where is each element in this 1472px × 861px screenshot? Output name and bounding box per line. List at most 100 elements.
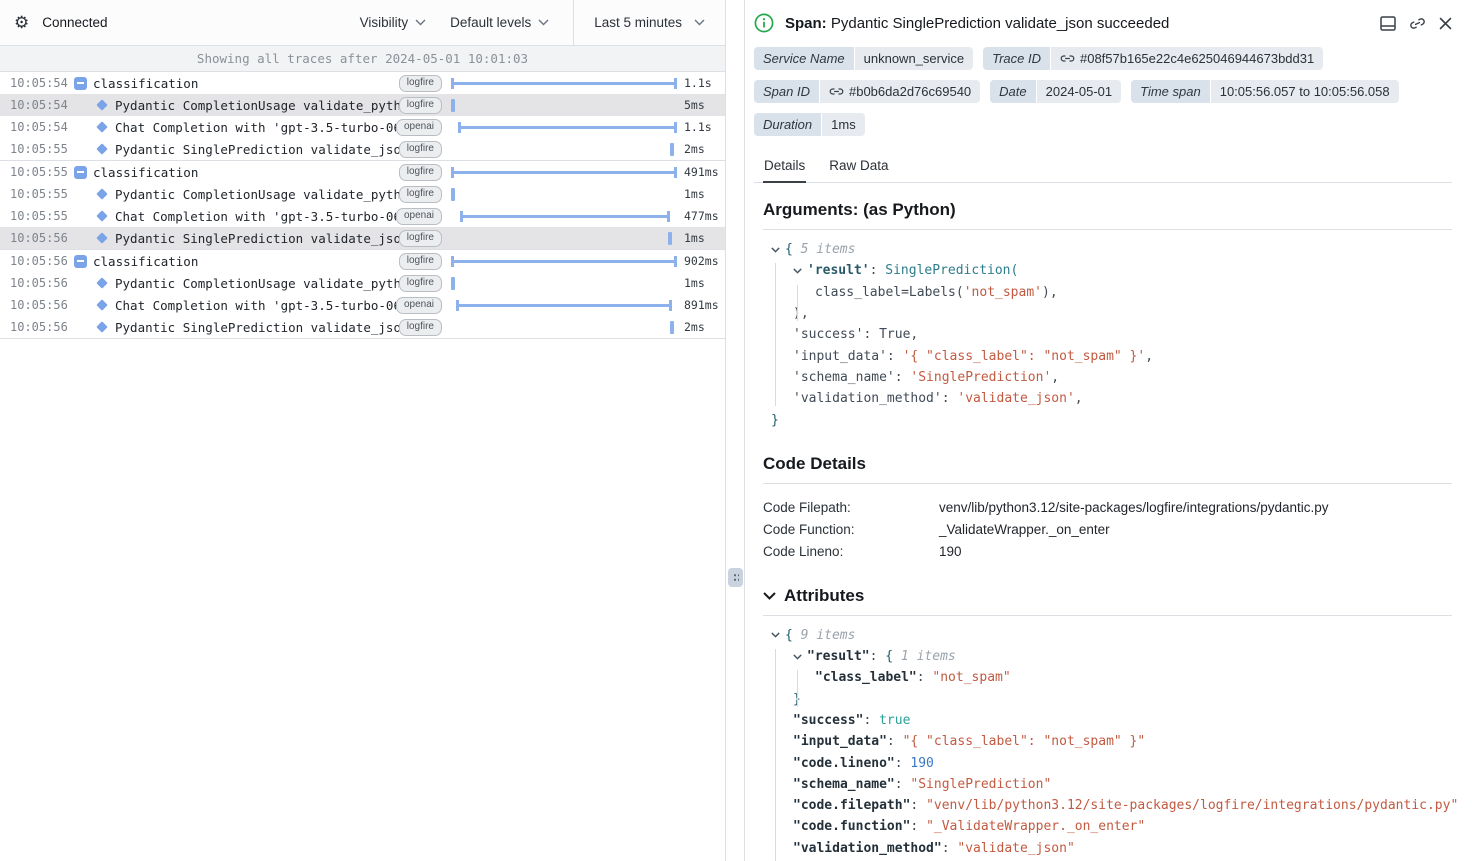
code-token: "_ValidateWrapper._on_enter"	[926, 819, 1145, 834]
link-icon[interactable]	[1409, 16, 1426, 31]
trace-row[interactable]: 10:05:55classificationlogfire491ms	[0, 161, 725, 183]
span-name: classification	[93, 165, 399, 180]
code-token: "{ "class_label": "not_spam" }"	[903, 734, 1146, 749]
code-token: 1 items	[893, 649, 956, 664]
code-line: "class_label": "not_spam"	[763, 667, 1452, 688]
trace-row[interactable]: 10:05:56 Pydantic CompletionUsage validat…	[0, 272, 725, 294]
link-icon[interactable]	[1060, 52, 1075, 65]
collapse-icon[interactable]	[72, 77, 88, 90]
collapse-icon[interactable]	[72, 166, 88, 179]
duration-bar	[451, 205, 677, 227]
trace-row[interactable]: 10:05:56classificationlogfire902ms	[0, 250, 725, 272]
span-label: Span:	[785, 15, 827, 32]
trace-row[interactable]: 10:05:54Pydantic CompletionUsage validat…	[0, 94, 725, 116]
code-expand-chevron-icon[interactable]	[771, 247, 785, 253]
visibility-dropdown[interactable]: Visibility	[360, 15, 427, 30]
trace-row[interactable]: 10:05:54Chat Completion with 'gpt-3.5-tu…	[0, 116, 725, 138]
span-start-time: 10:05:56	[10, 254, 72, 268]
trace-group: 10:05:54classificationlogfire1.1s10:05:5…	[0, 72, 725, 161]
span-duration: 891ms	[677, 298, 725, 312]
tab-raw-data[interactable]: Raw Data	[828, 152, 889, 183]
tag-label: Service Name	[754, 47, 854, 70]
code-token: 'schema_name'	[793, 370, 895, 385]
code-token: :	[870, 263, 886, 278]
collapse-icon[interactable]	[72, 255, 88, 268]
code-line: "result": { 1 items	[763, 646, 1452, 667]
tab-details[interactable]: Details	[763, 152, 806, 183]
span-detail-panel: Span: Pydantic SinglePrediction validate…	[744, 0, 1472, 861]
span-tag: Date2024-05-01	[990, 80, 1121, 103]
attributes-heading[interactable]: Attributes	[763, 586, 1452, 606]
trace-list: 10:05:54classificationlogfire1.1s10:05:5…	[0, 72, 725, 339]
time-range-label: Last 5 minutes	[594, 15, 682, 30]
code-line: { 5 items	[763, 239, 1452, 260]
trace-row[interactable]: 10:05:56Pydantic SinglePrediction valida…	[0, 227, 725, 249]
code-token: :	[887, 734, 903, 749]
code-line: 'validation_method': 'validate_json',	[763, 388, 1452, 409]
code-line: 'schema_name': 'SinglePrediction',	[763, 367, 1452, 388]
trace-row[interactable]: 10:05:55Pydantic SinglePrediction valida…	[0, 138, 725, 160]
code-detail-value: _ValidateWrapper._on_enter	[939, 522, 1110, 537]
code-token: :	[895, 370, 911, 385]
trace-row[interactable]: 10:05:56Pydantic SinglePrediction valida…	[0, 316, 725, 338]
span-name: Pydantic CompletionUsage validate_python	[115, 276, 399, 291]
tag-value-text: 1ms	[831, 117, 856, 132]
code-expand-chevron-icon[interactable]	[771, 632, 785, 638]
tag-value: 2024-05-01	[1037, 80, 1122, 103]
span-diamond-icon	[94, 145, 110, 153]
code-token: : True,	[863, 327, 918, 342]
code-details-heading: Code Details	[763, 454, 1452, 474]
scope-badge: logfire	[399, 186, 442, 203]
gear-icon[interactable]: ⚙	[14, 14, 29, 31]
span-tags: Service Nameunknown_serviceTrace ID#08f5…	[754, 47, 1452, 136]
code-line: "validation_method": "validate_json"	[763, 838, 1452, 859]
visibility-label: Visibility	[360, 15, 409, 30]
info-icon	[754, 13, 774, 33]
splitter-drag-handle[interactable]	[728, 568, 743, 587]
attributes-heading-text: Attributes	[784, 586, 864, 606]
code-expand-chevron-icon[interactable]	[793, 268, 807, 274]
span-start-time: 10:05:56	[10, 276, 72, 290]
code-line: 'result': SinglePrediction(	[763, 260, 1452, 281]
duration-bar	[451, 183, 677, 205]
code-line: }	[763, 689, 1452, 710]
code-token: "input_data"	[793, 734, 887, 749]
span-duration: 5ms	[677, 98, 725, 112]
span-diamond-icon	[94, 190, 110, 198]
code-token: :	[910, 798, 926, 813]
scope-badge: logfire	[399, 97, 442, 114]
default-levels-dropdown[interactable]: Default levels	[450, 15, 549, 30]
code-token: "schema_name"	[793, 777, 895, 792]
trace-row[interactable]: 10:05:55Chat Completion with 'gpt-3.5-tu…	[0, 205, 725, 227]
duration-bar	[451, 316, 677, 338]
tag-value: 1ms	[822, 113, 865, 136]
code-token: "not_spam"	[932, 670, 1010, 685]
scope-badge: logfire	[399, 141, 442, 158]
span-name: Chat Completion with 'gpt-3.5-turbo-0613…	[115, 298, 396, 313]
code-token: :	[895, 777, 911, 792]
span-tag: Trace ID#08f57b165e22c4e625046944673bdd3…	[983, 47, 1323, 70]
span-start-time: 10:05:54	[10, 76, 72, 90]
code-token: 'input_data'	[793, 349, 887, 364]
tag-label: Time span	[1131, 80, 1210, 103]
code-detail-value: 190	[939, 544, 962, 559]
span-title-text: Pydantic SinglePrediction validate_json …	[831, 15, 1170, 32]
scope-badge: openai	[396, 119, 442, 136]
close-icon[interactable]	[1439, 17, 1452, 30]
code-token: ,	[1075, 391, 1083, 406]
dock-panel-icon[interactable]	[1380, 16, 1396, 31]
span-name: Pydantic CompletionUsage validate_python	[115, 187, 399, 202]
code-expand-chevron-icon[interactable]	[793, 654, 807, 660]
code-token: "validation_method"	[793, 841, 942, 856]
trace-row[interactable]: 10:05:56Chat Completion with 'gpt-3.5-tu…	[0, 294, 725, 316]
span-name: Pydantic CompletionUsage validate_python	[115, 98, 399, 113]
span-duration: 1ms	[677, 187, 725, 201]
code-token: 'validation_method'	[793, 391, 942, 406]
link-icon[interactable]	[829, 85, 844, 98]
trace-row[interactable]: 10:05:54classificationlogfire1.1s	[0, 72, 725, 94]
code-token: "success"	[793, 713, 863, 728]
trace-row[interactable]: 10:05:55Pydantic CompletionUsage validat…	[0, 183, 725, 205]
code-token: {	[785, 628, 793, 643]
time-range-dropdown[interactable]: Last 5 minutes	[594, 15, 705, 30]
code-line: "schema_name": "SinglePrediction"	[763, 774, 1452, 795]
